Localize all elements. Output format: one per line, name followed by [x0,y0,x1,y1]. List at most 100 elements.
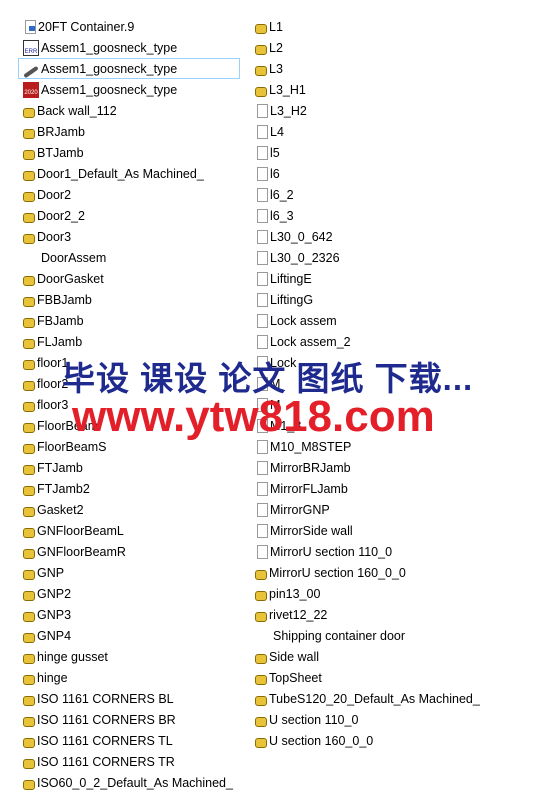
file-name: GNP2 [37,586,72,601]
file-name: TubeS120_20_Default_As Machined_ [269,691,480,706]
file-name: l6_3 [270,208,294,223]
file-name: GNP4 [37,628,72,643]
file-item[interactable]: MirrorFLJamb [250,478,530,499]
file-item[interactable]: FTJamb [18,457,240,478]
part-icon [255,23,267,34]
file-item[interactable]: Door1_Default_As Machined_ [18,163,240,184]
file-item[interactable]: GNP [18,562,240,583]
file-name: U section 160_0_0 [269,733,374,748]
file-name: FBJamb [37,313,84,328]
file-item[interactable]: L3 [250,58,530,79]
part-icon [23,296,35,307]
blank-icon [23,250,39,266]
document-icon [257,523,268,538]
file-item[interactable]: BTJamb [18,142,240,163]
file-item[interactable]: ISO60_0_2_Default_As Machined_ [18,772,240,793]
file-item[interactable]: U section 160_0_0 [250,730,530,751]
file-name: L2 [269,40,283,55]
file-item[interactable]: L3_H1 [250,79,530,100]
file-item[interactable]: GNP4 [18,625,240,646]
file-name: U section 110_0 [269,712,359,727]
part-icon [23,338,35,349]
file-item[interactable]: MirrorU section 110_0 [250,541,530,562]
file-item[interactable]: ISO 1161 CORNERS TL [18,730,240,751]
file-item[interactable]: U section 110_0 [250,709,530,730]
part-icon [23,779,35,790]
file-item[interactable]: Door3 [18,226,240,247]
file-item[interactable]: Gasket2 [18,499,240,520]
file-name: L3_H1 [269,82,306,97]
file-item[interactable]: Door2 [18,184,240,205]
file-item[interactable]: GNFloorBeamL [18,520,240,541]
file-item[interactable]: l6 [250,163,530,184]
file-name: Lock assem_2 [270,334,351,349]
file-item[interactable]: rivet12_22 [250,604,530,625]
file-item[interactable]: LiftingE [250,268,530,289]
file-item[interactable]: L30_0_2326 [250,247,530,268]
part-icon [23,401,35,412]
file-item[interactable]: Door2_2 [18,205,240,226]
file-name: l5 [270,145,280,160]
part-icon [23,737,35,748]
file-item[interactable]: ISO 1161 CORNERS BL [18,688,240,709]
file-item[interactable]: L4 [250,121,530,142]
file-item[interactable]: DoorAssem [18,247,240,268]
file-item[interactable]: GNP2 [18,583,240,604]
file-item[interactable]: TopSheet [250,667,530,688]
file-name: Door2 [37,187,72,202]
file-item[interactable]: Lock assem_2 [250,331,530,352]
file-item[interactable]: FLJamb [18,331,240,352]
file-item[interactable]: Lock assem [250,310,530,331]
file-item[interactable]: BRJamb [18,121,240,142]
file-item[interactable]: TubeS120_20_Default_As Machined_ [250,688,530,709]
file-name: MirrorU section 110_0 [270,544,393,559]
part-icon [255,65,267,76]
file-item[interactable]: L3_H2 [250,100,530,121]
part-icon [23,212,35,223]
file-item[interactable]: l5 [250,142,530,163]
file-item[interactable]: L30_0_642 [250,226,530,247]
file-item[interactable]: l6_3 [250,205,530,226]
part-icon [23,128,35,139]
file-item[interactable]: MirrorSide wall [250,520,530,541]
part-icon [255,590,267,601]
file-item[interactable]: MirrorGNP [250,499,530,520]
file-name: Side wall [269,649,320,664]
file-item[interactable]: FBJamb [18,310,240,331]
file-item[interactable]: ISO 1161 CORNERS TR [18,751,240,772]
file-item[interactable]: l6_2 [250,184,530,205]
file-item[interactable]: FBBJamb [18,289,240,310]
file-item[interactable]: hinge gusset [18,646,240,667]
file-item[interactable]: Back wall_112 [18,100,240,121]
part-icon [23,359,35,370]
file-item[interactable]: LiftingG [250,289,530,310]
file-item[interactable]: Side wall [250,646,530,667]
part-icon [255,674,267,685]
file-item[interactable]: L1 [250,16,530,37]
file-name: hinge gusset [37,649,108,664]
part-icon [23,317,35,328]
file-item[interactable]: L2 [250,37,530,58]
file-name: Assem1_goosneck_type [41,61,178,76]
file-name: L4 [270,124,284,139]
file-item[interactable]: pin13_00 [250,583,530,604]
document-icon [257,313,268,328]
file-item[interactable]: MirrorBRJamb [250,457,530,478]
solidworks-2020-icon: 2020 [23,81,39,98]
file-item[interactable]: hinge [18,667,240,688]
file-item[interactable]: 2020 Assem1_goosneck_type [18,79,240,100]
file-item[interactable]: Shipping container door [250,625,530,646]
file-item[interactable]: ISO 1161 CORNERS BR [18,709,240,730]
file-item[interactable]: DoorGasket [18,268,240,289]
file-item[interactable]: Assem1_goosneck_type [18,58,240,79]
file-item[interactable]: MirrorU section 160_0_0 [250,562,530,583]
part-icon [23,107,35,118]
part-icon [23,758,35,769]
file-item[interactable]: ERR Assem1_goosneck_type [18,37,240,58]
file-item[interactable]: FTJamb2 [18,478,240,499]
file-item[interactable]: GNFloorBeamR [18,541,240,562]
file-name: pin13_00 [269,586,321,601]
file-item[interactable]: GNP3 [18,604,240,625]
document-icon [257,145,268,160]
file-item[interactable]: 20FT Container.9 [18,16,240,37]
